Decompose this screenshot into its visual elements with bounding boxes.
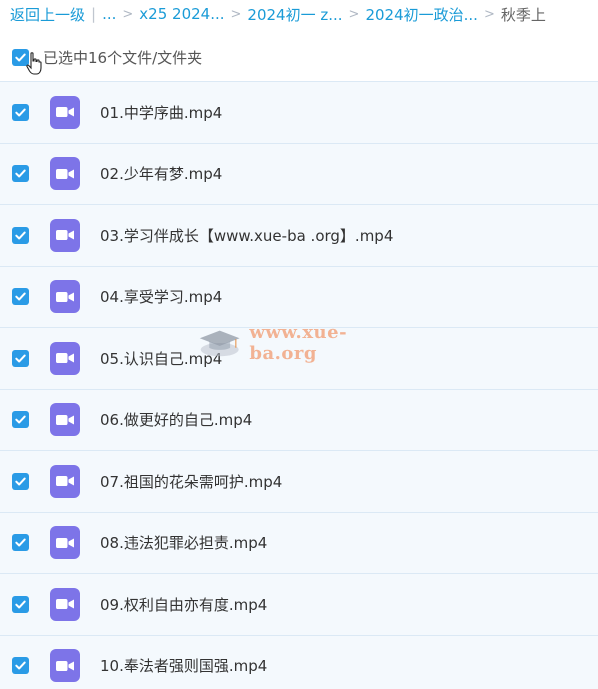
file-row[interactable]: 03.学习伴成长【www.xue-ba .org】.mp4 xyxy=(0,204,598,266)
video-file-icon xyxy=(50,341,80,375)
file-name[interactable]: 10.奉法者强则国强.mp4 xyxy=(100,655,267,676)
file-row[interactable]: 10.奉法者强则国强.mp4 xyxy=(0,634,598,689)
file-name[interactable]: 05.认识自己.mp4 xyxy=(100,348,222,369)
file-checkbox[interactable] xyxy=(12,349,29,367)
breadcrumb: 返回上一级 | ... > x25 2024... > 2024初一 z... … xyxy=(0,0,598,28)
check-icon xyxy=(15,354,26,363)
file-row[interactable]: 05.认识自己.mp4 xyxy=(0,327,598,389)
file-checkbox[interactable] xyxy=(12,165,29,183)
file-name[interactable]: 03.学习伴成长【www.xue-ba .org】.mp4 xyxy=(100,225,393,246)
check-icon xyxy=(15,661,26,670)
selection-count-label: 已选中16个文件/文件夹 xyxy=(43,48,203,67)
breadcrumb-chevron-icon: > xyxy=(348,6,360,22)
breadcrumb-item-1[interactable]: x25 2024... xyxy=(139,5,224,23)
file-name[interactable]: 04.享受学习.mp4 xyxy=(100,286,222,307)
file-row[interactable]: 08.违法犯罪必担责.mp4 xyxy=(0,511,598,573)
file-row[interactable]: 09.权利自由亦有度.mp4 xyxy=(0,573,598,635)
file-row[interactable]: 06.做更好的自己.mp4 xyxy=(0,388,598,450)
video-file-icon xyxy=(50,218,80,252)
file-checkbox[interactable] xyxy=(12,103,29,121)
select-all-bar: 已选中16个文件/文件夹 xyxy=(0,40,598,74)
check-icon xyxy=(15,169,26,178)
check-icon xyxy=(15,600,26,609)
breadcrumb-chevron-icon: > xyxy=(122,6,134,22)
file-row[interactable]: 02.少年有梦.mp4 xyxy=(0,142,598,204)
video-file-icon xyxy=(50,526,80,560)
check-icon xyxy=(15,538,26,547)
video-file-icon xyxy=(50,464,80,498)
check-icon xyxy=(15,231,26,240)
file-row[interactable]: 04.享受学习.mp4 xyxy=(0,265,598,327)
file-checkbox[interactable] xyxy=(12,595,29,613)
video-file-icon xyxy=(50,587,80,621)
file-name[interactable]: 01.中学序曲.mp4 xyxy=(100,102,222,123)
breadcrumb-item-2[interactable]: 2024初一 z... xyxy=(247,4,342,25)
breadcrumb-back-link[interactable]: 返回上一级 xyxy=(10,4,85,25)
file-name[interactable]: 02.少年有梦.mp4 xyxy=(100,163,222,184)
file-row[interactable]: 01.中学序曲.mp4 xyxy=(0,81,598,143)
file-checkbox[interactable] xyxy=(12,534,29,552)
breadcrumb-chevron-icon: > xyxy=(483,6,495,22)
video-file-icon xyxy=(50,280,80,314)
video-file-icon xyxy=(50,157,80,191)
check-icon xyxy=(15,477,26,486)
hand-pointer-icon xyxy=(26,52,42,75)
breadcrumb-divider: | xyxy=(91,5,97,23)
check-icon xyxy=(15,292,26,301)
file-row[interactable]: 07.祖国的花朵需呵护.mp4 xyxy=(0,450,598,512)
breadcrumb-item-3[interactable]: 2024初一政治... xyxy=(365,4,477,25)
breadcrumb-chevron-icon: > xyxy=(230,6,242,22)
file-list: 01.中学序曲.mp4 02.少年有梦.mp4 03.学习伴成长【www.xue… xyxy=(0,81,598,689)
file-name[interactable]: 09.权利自由亦有度.mp4 xyxy=(100,594,267,615)
video-file-icon xyxy=(50,403,80,437)
video-file-icon xyxy=(50,95,80,129)
file-name[interactable]: 06.做更好的自己.mp4 xyxy=(100,409,252,430)
file-name[interactable]: 07.祖国的花朵需呵护.mp4 xyxy=(100,471,282,492)
breadcrumb-current: 秋季上 xyxy=(500,5,546,24)
file-checkbox[interactable] xyxy=(12,288,29,306)
check-icon xyxy=(15,415,26,424)
video-file-icon xyxy=(50,649,80,683)
check-icon xyxy=(15,108,26,117)
file-checkbox[interactable] xyxy=(12,657,29,675)
file-checkbox[interactable] xyxy=(12,411,29,429)
breadcrumb-ellipsis[interactable]: ... xyxy=(102,5,116,23)
file-checkbox[interactable] xyxy=(12,472,29,490)
file-name[interactable]: 08.违法犯罪必担责.mp4 xyxy=(100,532,267,553)
file-checkbox[interactable] xyxy=(12,226,29,244)
